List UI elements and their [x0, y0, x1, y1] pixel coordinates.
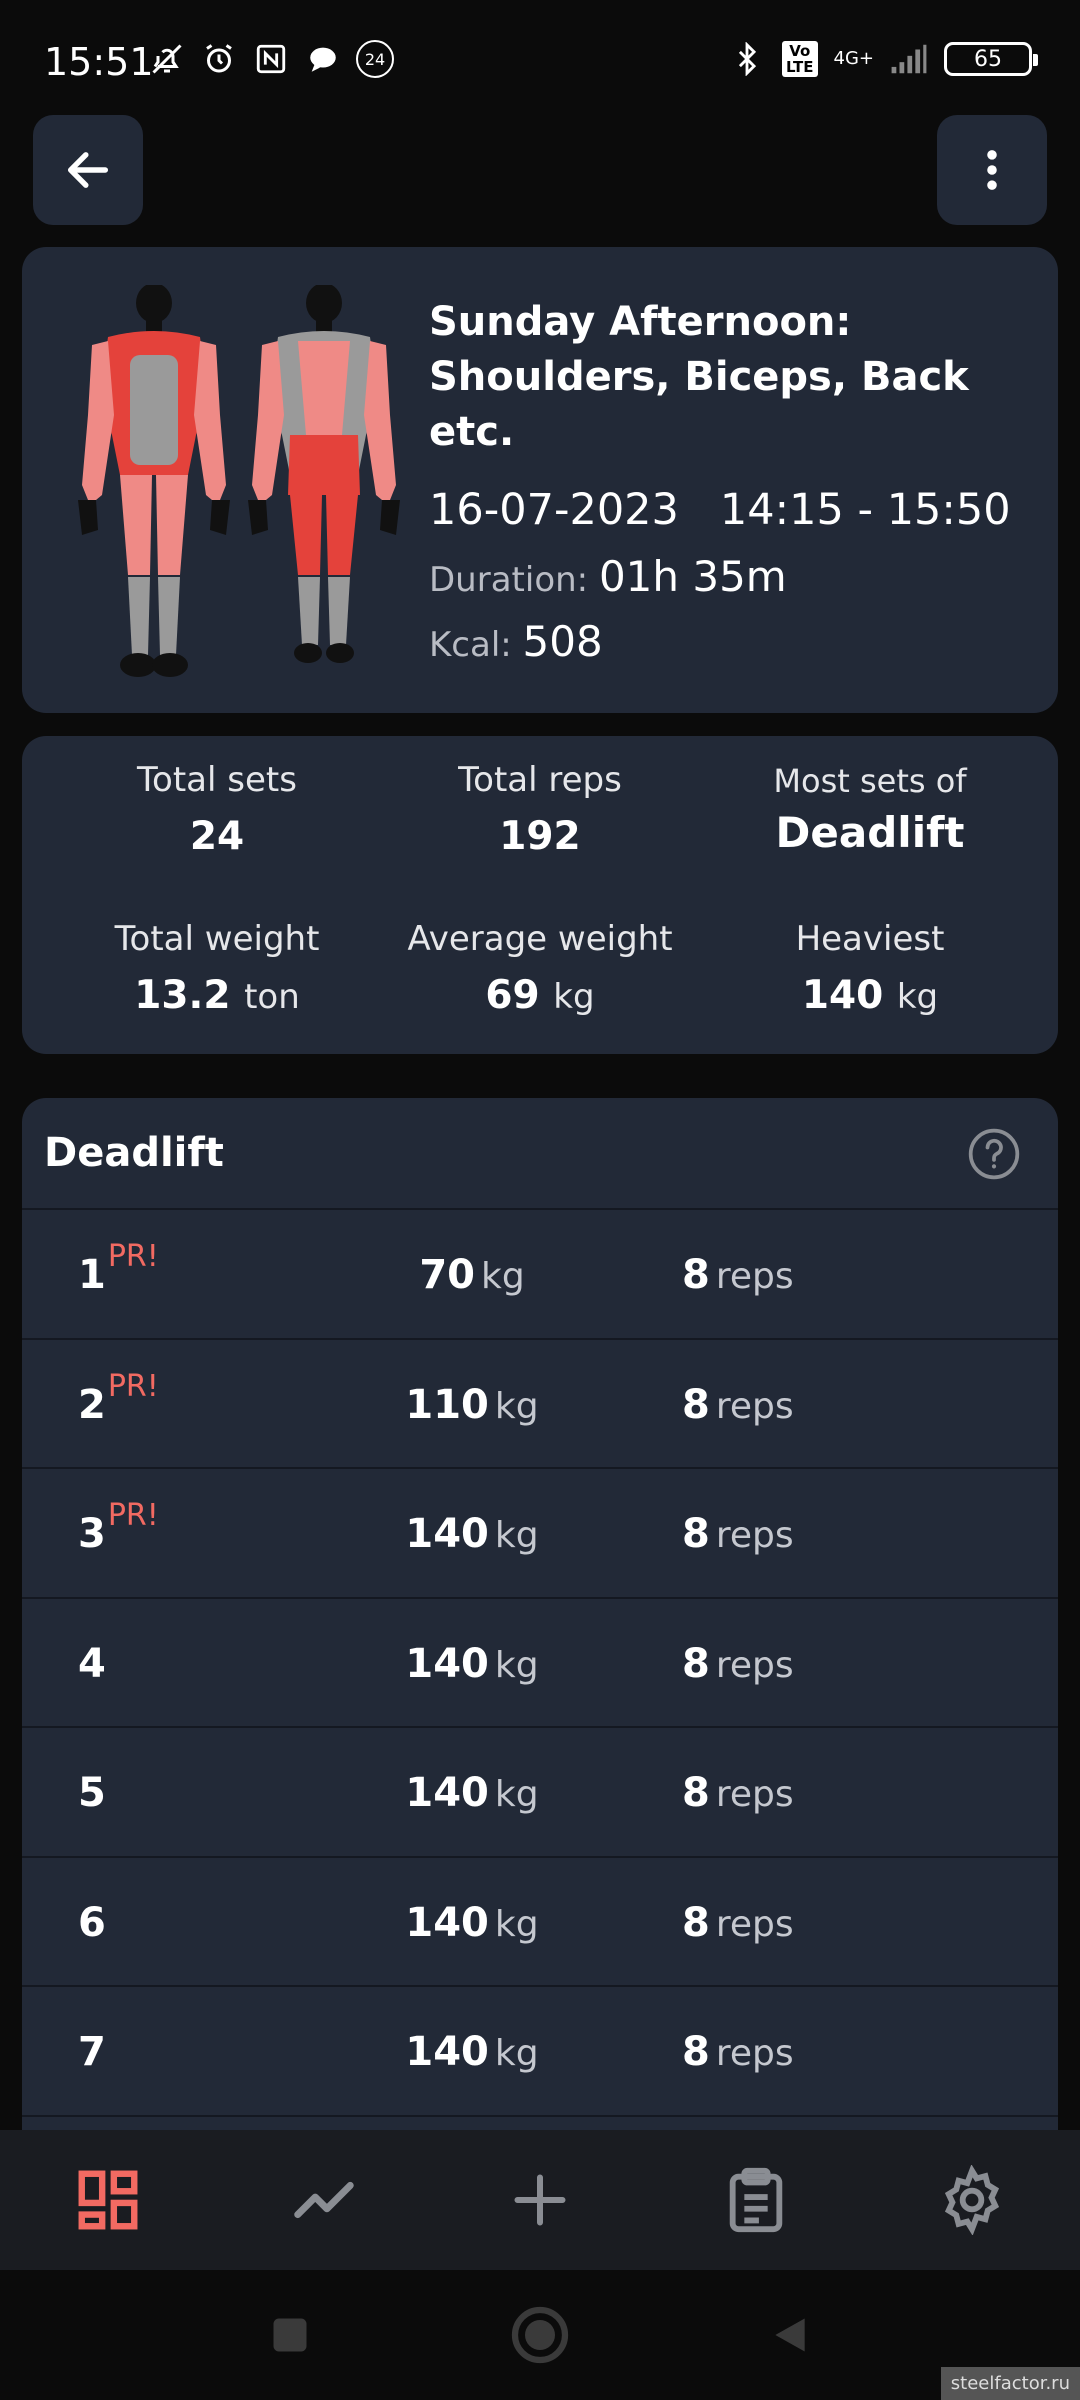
home-circle-icon [511, 2306, 569, 2364]
recents-button[interactable] [230, 2270, 350, 2400]
pr-badge: PR! [107, 1368, 159, 1404]
set-number: 6 [78, 1899, 106, 1946]
help-icon[interactable] [966, 1126, 1022, 1182]
stat-total-sets: Total sets 24 [137, 760, 297, 859]
bell-off-icon [148, 40, 186, 78]
set-row[interactable]: 3PR! 140 kg 8 reps [22, 1469, 1058, 1599]
kcal-value: 508 [522, 617, 603, 666]
plus-icon [514, 2174, 566, 2226]
set-reps: 8 reps [682, 2029, 794, 2075]
more-options-button[interactable] [937, 115, 1047, 225]
set-weight: 110 kg [405, 1381, 539, 1428]
nav-workouts[interactable] [696, 2140, 816, 2260]
duration-value: 01h 35m [598, 552, 787, 601]
chart-line-icon [294, 2181, 354, 2219]
set-weight: 140 kg [405, 2029, 539, 2075]
workout-summary-card: Sunday Afternoon: Shoulders, Biceps, Bac… [22, 247, 1058, 713]
set-reps: 8 reps [682, 1899, 794, 1946]
set-row[interactable]: 5 140 kg 8 reps [22, 1728, 1058, 1858]
set-reps: 8 reps [682, 1770, 794, 1816]
front-body-figure [78, 285, 230, 677]
set-row[interactable]: 2PR! 110 kg 8 reps [22, 1340, 1058, 1469]
set-weight: 140 kg [405, 1899, 539, 1946]
set-list: 1PR! 70 kg 8 reps 2PR! 110 kg 8 reps 3PR! 140 kg 8 rep… [22, 1210, 1058, 2117]
set-reps: 8 reps [682, 1381, 794, 1428]
more-vertical-icon [987, 150, 997, 190]
system-navigation-bar: steelfactor.ru [0, 2270, 1080, 2400]
set-row[interactable]: 4 140 kg 8 reps [22, 1599, 1058, 1728]
workout-kcal: Kcal: 508 [429, 617, 603, 666]
workout-datetime: 16-07-2023 14:15 - 15:50 [429, 485, 1011, 535]
home-button[interactable] [480, 2270, 600, 2400]
pr-badge: PR! [107, 1498, 159, 1533]
watermark: steelfactor.ru [940, 2367, 1080, 2400]
nav-add[interactable] [480, 2140, 600, 2260]
stat-most-sets: Most sets of Deadlift [773, 762, 967, 857]
back-body-figure [248, 285, 400, 663]
set-row[interactable]: 7 140 kg 8 reps [22, 1987, 1058, 2117]
stats-card: Total sets 24 Total reps 192 Most sets o… [22, 736, 1058, 1054]
set-weight: 70 kg [419, 1252, 525, 1298]
dashboard-icon [78, 2170, 138, 2230]
kcal-label: Kcal: [429, 625, 512, 665]
exercise-title: Deadlift [44, 1130, 224, 1176]
arrow-left-icon [67, 152, 109, 188]
workout-title: Sunday Afternoon: Shoulders, Biceps, Bac… [429, 299, 969, 455]
duration-label: Duration: [429, 560, 589, 600]
muscle-map-image [78, 285, 400, 677]
bottom-navigation [0, 2130, 1080, 2270]
set-number: 1PR! [78, 1239, 159, 1298]
pr-badge: PR! [107, 1239, 159, 1274]
notification-count-icon: 24 [356, 40, 394, 78]
stat-average-weight: Average weight 69 kg [407, 919, 673, 1018]
set-number: 7 [78, 2029, 106, 2075]
battery-indicator: 65 [944, 42, 1038, 76]
alarm-icon [200, 40, 238, 78]
stat-heaviest: Heaviest 140 kg [795, 919, 945, 1018]
bluetooth-icon [728, 40, 766, 78]
set-row[interactable]: 6 140 kg 8 reps [22, 1858, 1058, 1987]
volte-badge: Vo LTE [781, 41, 818, 77]
set-number: 4 [78, 1640, 106, 1687]
square-icon [273, 2318, 307, 2352]
workout-duration: Duration: 01h 35m [429, 552, 787, 601]
set-weight: 140 kg [405, 1511, 539, 1557]
back-button[interactable] [33, 115, 143, 225]
workout-date: 16-07-2023 [429, 485, 679, 535]
triangle-back-icon [775, 2318, 805, 2352]
nav-settings[interactable] [912, 2140, 1032, 2260]
set-row[interactable]: 1PR! 70 kg 8 reps [22, 1210, 1058, 1340]
back-nav-button[interactable] [730, 2270, 850, 2400]
set-reps: 8 reps [682, 1252, 794, 1298]
clipboard-icon [729, 2167, 783, 2233]
set-reps: 8 reps [682, 1640, 794, 1687]
nfc-icon [252, 40, 290, 78]
exercise-card: Deadlift 1PR! 70 kg 8 reps 2PR! 110 kg 8 reps 3PR!… [22, 1098, 1058, 2130]
stat-total-reps: Total reps 192 [458, 760, 622, 859]
set-number: 5 [78, 1770, 106, 1816]
nav-dashboard[interactable] [48, 2140, 168, 2260]
set-weight: 140 kg [405, 1770, 539, 1816]
workout-time-range: 14:15 - 15:50 [719, 485, 1011, 535]
gear-icon [944, 2165, 1000, 2235]
chat-icon [304, 40, 342, 78]
stat-total-weight: Total weight 13.2 ton [114, 919, 320, 1018]
signal-icon [890, 40, 928, 78]
status-icons-left: 24 [148, 40, 394, 78]
set-number: 3PR! [78, 1498, 159, 1557]
exercise-header: Deadlift [22, 1098, 1058, 1210]
status-bar: 15:51 24 Vo LTE 4G+ 65 [0, 0, 1080, 110]
nav-statistics[interactable] [264, 2140, 384, 2260]
status-icons-right: Vo LTE 4G+ 65 [728, 40, 1038, 78]
set-reps: 8 reps [682, 1511, 794, 1557]
status-time: 15:51 [44, 40, 154, 84]
set-weight: 140 kg [405, 1640, 539, 1687]
network-type: 4G+ [833, 48, 874, 69]
set-number: 2PR! [78, 1368, 159, 1428]
